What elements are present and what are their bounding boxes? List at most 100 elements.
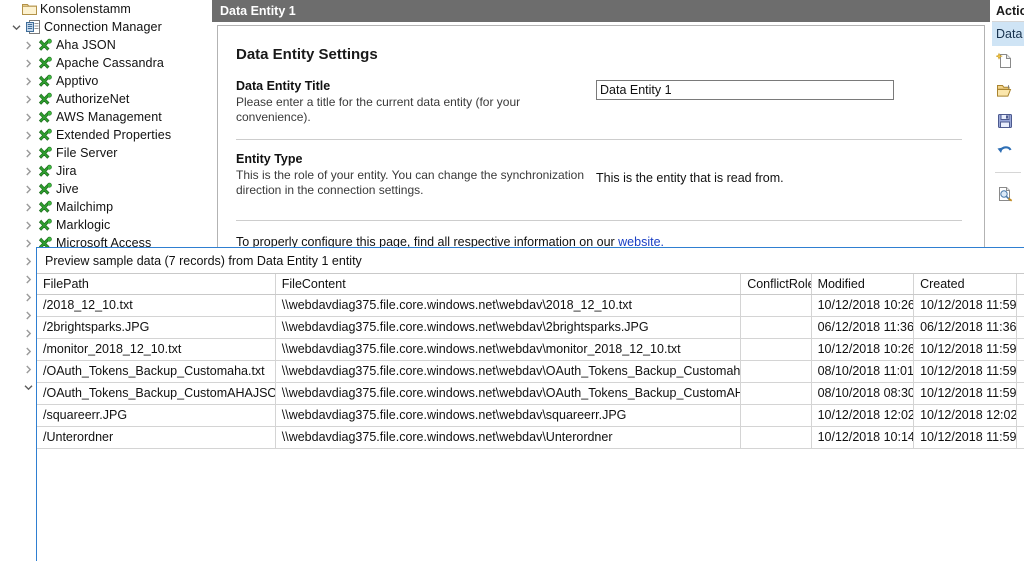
tree-item-connection[interactable]: Apache Cassandra xyxy=(0,54,210,72)
chevron-right-icon[interactable] xyxy=(20,199,36,215)
cell-extra[interactable]: 1 xyxy=(1016,382,1024,404)
chevron-right-icon[interactable] xyxy=(20,145,36,161)
cell-conflictrole[interactable] xyxy=(741,294,811,316)
chevron-right-icon[interactable] xyxy=(20,271,36,287)
cell-filepath[interactable]: /2brightsparks.JPG xyxy=(37,316,275,338)
chevron-down-icon[interactable] xyxy=(8,19,24,35)
cell-modified[interactable]: 10/12/2018 10:26 xyxy=(811,294,914,316)
cell-modified[interactable]: 10/12/2018 12:02 xyxy=(811,404,914,426)
cell-conflictrole[interactable] xyxy=(741,404,811,426)
divider-1 xyxy=(236,139,962,140)
cell-created[interactable]: 10/12/2018 11:59 xyxy=(914,382,1017,404)
cell-conflictrole[interactable] xyxy=(741,338,811,360)
cell-filecontent[interactable]: \\webdavdiag375.file.core.windows.net\we… xyxy=(275,426,740,448)
chevron-right-icon[interactable] xyxy=(20,91,36,107)
tree-item-connection[interactable]: File Server xyxy=(0,144,210,162)
grid-body[interactable]: /2018_12_10.txt\\webdavdiag375.file.core… xyxy=(37,294,1024,448)
table-row[interactable]: /2brightsparks.JPG\\webdavdiag375.file.c… xyxy=(37,316,1024,338)
table-row[interactable]: /Unterordner\\webdavdiag375.file.core.wi… xyxy=(37,426,1024,448)
cell-extra[interactable]: 1 xyxy=(1016,426,1024,448)
actions-item-data[interactable]: Data xyxy=(992,22,1024,46)
tree-expander-root[interactable] xyxy=(4,1,20,17)
print-preview-icon[interactable] xyxy=(992,179,1024,209)
chevron-right-icon[interactable] xyxy=(20,253,36,269)
cell-filecontent[interactable]: \\webdavdiag375.file.core.windows.net\we… xyxy=(275,338,740,360)
chevron-right-icon[interactable] xyxy=(20,73,36,89)
table-row[interactable]: /2018_12_10.txt\\webdavdiag375.file.core… xyxy=(37,294,1024,316)
chevron-right-icon[interactable] xyxy=(20,109,36,125)
tree-item-connection[interactable]: Extended Properties xyxy=(0,126,210,144)
tree-item-connection[interactable]: Jira xyxy=(0,162,210,180)
cell-filepath[interactable]: /squareerr.JPG xyxy=(37,404,275,426)
chevron-right-icon[interactable] xyxy=(20,37,36,53)
chevron-right-icon[interactable] xyxy=(20,325,36,341)
cell-modified[interactable]: 06/12/2018 11:36 xyxy=(811,316,914,338)
grid-header-filepath[interactable]: FilePath xyxy=(37,274,275,294)
cell-extra[interactable]: 1 xyxy=(1016,294,1024,316)
cell-filepath[interactable]: /Unterordner xyxy=(37,426,275,448)
chevron-right-icon[interactable] xyxy=(20,343,36,359)
data-entity-title-input[interactable] xyxy=(596,80,894,100)
cell-filepath[interactable]: /OAuth_Tokens_Backup_CustomAHAJSON.txt xyxy=(37,382,275,404)
chevron-right-icon[interactable] xyxy=(20,307,36,323)
cell-filecontent[interactable]: \\webdavdiag375.file.core.windows.net\we… xyxy=(275,382,740,404)
chevron-right-icon[interactable] xyxy=(20,379,36,395)
cell-filepath[interactable]: /2018_12_10.txt xyxy=(37,294,275,316)
cell-created[interactable]: 10/12/2018 12:02 xyxy=(914,404,1017,426)
grid-header-created[interactable]: Created xyxy=(914,274,1017,294)
chevron-right-icon[interactable] xyxy=(20,127,36,143)
cell-conflictrole[interactable] xyxy=(741,360,811,382)
tree-item-connection[interactable]: Jive xyxy=(0,180,210,198)
cell-modified[interactable]: 10/12/2018 10:14 xyxy=(811,426,914,448)
chevron-right-icon[interactable] xyxy=(20,361,36,377)
chevron-right-icon[interactable] xyxy=(20,181,36,197)
table-row[interactable]: /squareerr.JPG\\webdavdiag375.file.core.… xyxy=(37,404,1024,426)
cell-filecontent[interactable]: \\webdavdiag375.file.core.windows.net\we… xyxy=(275,404,740,426)
cell-created[interactable]: 10/12/2018 11:59 xyxy=(914,294,1017,316)
cell-modified[interactable]: 08/10/2018 08:30 xyxy=(811,382,914,404)
chevron-right-icon[interactable] xyxy=(20,235,36,251)
cell-conflictrole[interactable] xyxy=(741,316,811,338)
tree-item-connection[interactable]: AWS Management xyxy=(0,108,210,126)
cell-extra[interactable]: 1 xyxy=(1016,338,1024,360)
cell-filecontent[interactable]: \\webdavdiag375.file.core.windows.net\we… xyxy=(275,316,740,338)
chevron-right-icon[interactable] xyxy=(20,289,36,305)
open-folder-icon[interactable] xyxy=(992,76,1024,106)
save-icon[interactable] xyxy=(992,106,1024,136)
grid-header-filecontent[interactable]: FileContent xyxy=(275,274,740,294)
cell-created[interactable]: 06/12/2018 11:36 xyxy=(914,316,1017,338)
tree-item-connection-manager[interactable]: Connection Manager xyxy=(0,18,210,36)
grid-header-extra[interactable] xyxy=(1016,274,1024,294)
cell-modified[interactable]: 10/12/2018 10:26 xyxy=(811,338,914,360)
undo-icon[interactable] xyxy=(992,136,1024,166)
tree-item-connection[interactable]: Aha JSON xyxy=(0,36,210,54)
table-row[interactable]: /monitor_2018_12_10.txt\\webdavdiag375.f… xyxy=(37,338,1024,360)
cell-extra[interactable]: 0 xyxy=(1016,316,1024,338)
cell-created[interactable]: 10/12/2018 11:59 xyxy=(914,426,1017,448)
cell-conflictrole[interactable] xyxy=(741,382,811,404)
preview-data-grid[interactable]: FilePath FileContent ConflictRole Modifi… xyxy=(37,274,1024,449)
grid-header-conflictrole[interactable]: ConflictRole xyxy=(741,274,811,294)
chevron-right-icon[interactable] xyxy=(20,217,36,233)
cell-created[interactable]: 10/12/2018 11:59 xyxy=(914,338,1017,360)
cell-filecontent[interactable]: \\webdavdiag375.file.core.windows.net\we… xyxy=(275,360,740,382)
table-row[interactable]: /OAuth_Tokens_Backup_Customaha.txt\\webd… xyxy=(37,360,1024,382)
tree-item-connection[interactable]: Apptivo xyxy=(0,72,210,90)
cell-extra[interactable]: 1 xyxy=(1016,360,1024,382)
cell-filepath[interactable]: /monitor_2018_12_10.txt xyxy=(37,338,275,360)
tree-item-root[interactable]: Konsolenstamm xyxy=(0,0,210,18)
grid-header-modified[interactable]: Modified xyxy=(811,274,914,294)
cell-conflictrole[interactable] xyxy=(741,426,811,448)
chevron-right-icon[interactable] xyxy=(20,163,36,179)
cell-filecontent[interactable]: \\webdavdiag375.file.core.windows.net\we… xyxy=(275,294,740,316)
tree-item-connection[interactable]: AuthorizeNet xyxy=(0,90,210,108)
new-document-icon[interactable] xyxy=(992,46,1024,76)
table-row[interactable]: /OAuth_Tokens_Backup_CustomAHAJSON.txt\\… xyxy=(37,382,1024,404)
cell-created[interactable]: 10/12/2018 11:59 xyxy=(914,360,1017,382)
cell-filepath[interactable]: /OAuth_Tokens_Backup_Customaha.txt xyxy=(37,360,275,382)
tree-item-connection[interactable]: Marklogic xyxy=(0,216,210,234)
cell-modified[interactable]: 08/10/2018 11:01 xyxy=(811,360,914,382)
chevron-right-icon[interactable] xyxy=(20,55,36,71)
tree-item-connection[interactable]: Mailchimp xyxy=(0,198,210,216)
cell-extra[interactable]: 1 xyxy=(1016,404,1024,426)
